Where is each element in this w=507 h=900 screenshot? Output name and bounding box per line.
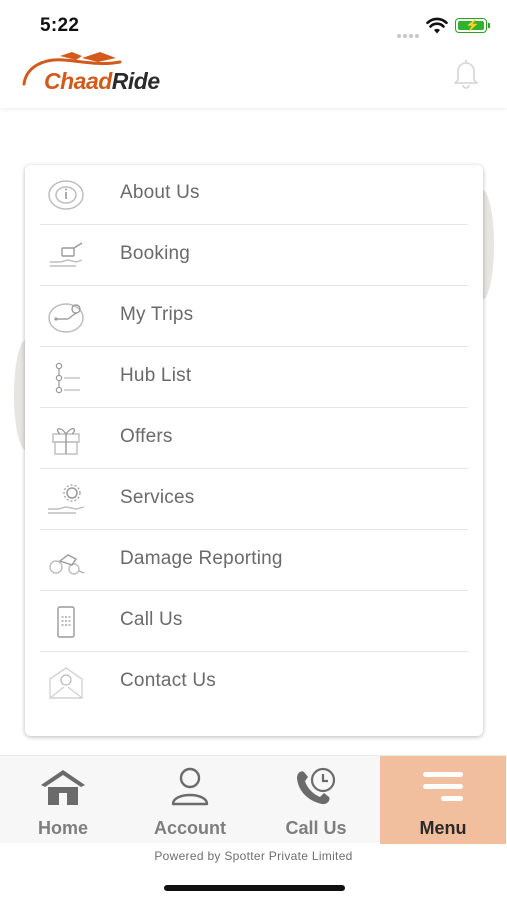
- menu-item-label: Call Us: [120, 609, 183, 630]
- cellular-signal-icon: [397, 25, 423, 38]
- account-icon: [171, 767, 209, 806]
- nav-tab-call-us[interactable]: Call Us: [253, 756, 379, 844]
- booking-hand-icon: [50, 242, 83, 267]
- menu-item-offers[interactable]: Offers: [40, 409, 468, 469]
- menu-item-label: About Us: [120, 182, 200, 203]
- menu-item-label: Contact Us: [120, 670, 216, 691]
- nav-tab-label: Menu: [419, 818, 467, 838]
- menu-item-hub-list[interactable]: Hub List: [40, 348, 468, 408]
- menu-item-services[interactable]: Services: [40, 470, 468, 530]
- status-time: 5:22: [40, 15, 80, 36]
- menu-item-booking[interactable]: Booking: [40, 226, 468, 286]
- nav-tab-account[interactable]: Account: [127, 756, 253, 844]
- nav-tab-home[interactable]: Home: [0, 756, 126, 844]
- nav-tab-label: Account: [154, 818, 226, 838]
- app-header: ChaadRide: [0, 50, 507, 108]
- menu-item-label: Damage Reporting: [120, 548, 283, 569]
- home-indicator[interactable]: [164, 885, 345, 891]
- battery-cap: [488, 23, 490, 28]
- menu-item-contact-us[interactable]: Contact Us: [40, 653, 468, 713]
- call-clock-icon: [297, 767, 336, 805]
- menu-item-my-trips[interactable]: My Trips: [40, 287, 468, 347]
- menu-item-label: My Trips: [120, 304, 194, 325]
- nav-tab-label: Call Us: [285, 818, 347, 838]
- bottom-navigation: Home Account Call Us Menu: [0, 755, 507, 844]
- nav-tab-label: Home: [37, 818, 88, 838]
- battery-icon: ⚡: [455, 18, 487, 33]
- nav-tab-menu[interactable]: Menu: [380, 756, 506, 844]
- menu-item-damage-reporting[interactable]: Damage Reporting: [40, 531, 468, 591]
- menu-item-label: Services: [120, 487, 195, 508]
- menu-item-call-us[interactable]: Call Us: [40, 592, 468, 652]
- gift-icon: [52, 428, 80, 455]
- brand-logo[interactable]: ChaadRide: [20, 50, 160, 100]
- menu-icon: [423, 772, 463, 801]
- menu-card: About Us Booking My Trips Hub List Offer…: [25, 165, 483, 736]
- trip-route-icon: [48, 303, 84, 333]
- wifi-icon: [426, 17, 448, 34]
- damage-bike-icon: [49, 554, 85, 575]
- info-circle-icon: [48, 180, 84, 210]
- brand-name: ChaadRide: [44, 68, 160, 95]
- menu-item-label: Booking: [120, 243, 191, 264]
- home-icon: [41, 770, 85, 805]
- menu-item-label: Offers: [120, 426, 173, 447]
- hub-list-icon: [55, 362, 80, 394]
- powered-by-footer: Powered by Spotter Private Limited: [154, 849, 353, 863]
- envelope-icon: [49, 667, 83, 699]
- app-screen: 5:22 ⚡ ChaadRide About Us Booking My Tri…: [0, 0, 507, 900]
- service-gear-hand-icon: [48, 484, 85, 514]
- status-bar: 5:22 ⚡: [0, 0, 507, 50]
- brand-name-part1: Chaad: [44, 68, 112, 94]
- phone-keypad-icon: [57, 606, 75, 638]
- brand-name-part2: Ride: [111, 68, 160, 94]
- menu-item-about-us[interactable]: About Us: [40, 165, 468, 225]
- notification-bell-icon[interactable]: [449, 56, 483, 90]
- menu-item-label: Hub List: [120, 365, 192, 386]
